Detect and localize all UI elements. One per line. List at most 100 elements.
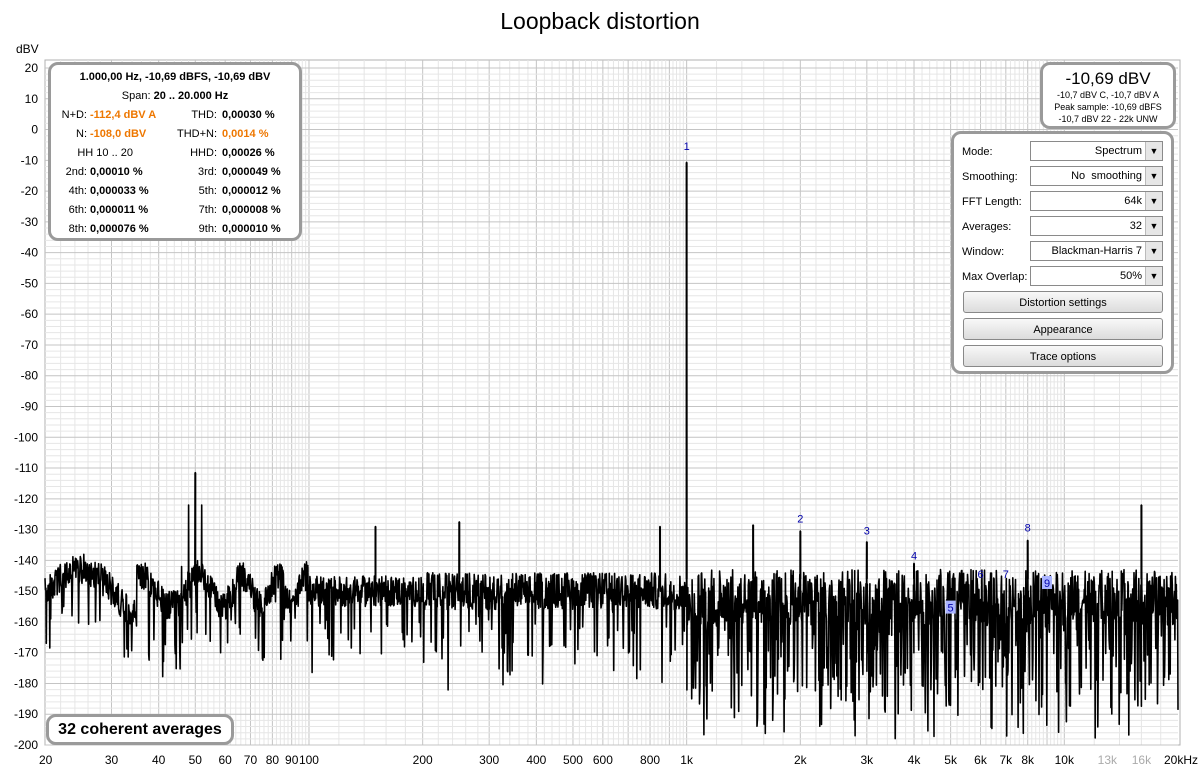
h9-value: 0,000010 % (222, 223, 281, 235)
max-overlap-select[interactable]: 50% ▼ (1030, 266, 1163, 286)
x-tick-label: 10k (1055, 753, 1075, 767)
fft-length-select[interactable]: 64k ▼ (1030, 191, 1163, 211)
h2-label: 2nd: (65, 166, 87, 178)
distortion-settings-button[interactable]: Distortion settings (963, 291, 1163, 313)
nd-value: -112,4 dBV A (90, 109, 157, 121)
x-tick-label: 40 (152, 753, 166, 767)
x-tick-label: 200 (413, 753, 433, 767)
y-tick-label: -50 (21, 276, 39, 290)
x-tick-label: 5k (944, 753, 958, 767)
appearance-button[interactable]: Appearance (963, 318, 1163, 340)
harmonic-marker-label: 5 (948, 603, 954, 615)
y-tick-label: -20 (21, 184, 39, 198)
chevron-down-icon[interactable]: ▼ (1145, 167, 1162, 185)
x-tick-label: 4k (908, 753, 922, 767)
harmonic-marker-label: 8 (1025, 523, 1031, 535)
window-select[interactable]: Blackman-Harris 7 ▼ (1030, 241, 1163, 261)
trace-options-button[interactable]: Trace options (963, 345, 1163, 367)
thd-label: THD: (191, 109, 217, 121)
fft-length-label: FFT Length: (962, 196, 1022, 208)
y-tick-label: -180 (14, 676, 38, 690)
y-tick-label: -90 (21, 400, 39, 414)
y-tick-label: -190 (14, 707, 38, 721)
level-readout-panel: -10,69 dBV -10,7 dBV C, -10,7 dBV A Peak… (1040, 62, 1176, 129)
smoothing-select[interactable]: No smoothing ▼ (1030, 166, 1163, 186)
mode-label: Mode: (962, 146, 993, 158)
h2-value: 0,00010 % (90, 166, 143, 178)
x-tick-label: 70 (244, 753, 258, 767)
y-tick-label: -10 (21, 153, 39, 167)
level-unweighted: -10,7 dBV 22 - 22k UNW (1058, 114, 1158, 124)
nd-label: N+D: (61, 109, 87, 121)
y-tick-label: 0 (31, 123, 38, 137)
mode-select[interactable]: Spectrum ▼ (1030, 141, 1163, 161)
y-tick-label: -140 (14, 553, 38, 567)
h9-label: 9th: (198, 223, 217, 235)
x-tick-label: 60 (219, 753, 233, 767)
n-label: N: (76, 128, 87, 140)
x-tick-label: 1k (680, 753, 694, 767)
chevron-down-icon[interactable]: ▼ (1145, 192, 1162, 210)
x-tick-label: 2k (794, 753, 808, 767)
y-tick-label: -160 (14, 615, 38, 629)
y-tick-label: 20 (25, 61, 39, 75)
max-overlap-value: 50% (1119, 270, 1142, 282)
averages-select[interactable]: 32 ▼ (1030, 216, 1163, 236)
x-tick-label: 90 (285, 753, 299, 767)
spectrum-controls-panel: Mode: Spectrum ▼ Smoothing: No smoothing ▼… (951, 131, 1174, 374)
y-tick-label: -30 (21, 215, 39, 229)
hhd-value: 0,00026 % (222, 147, 275, 159)
harmonic-marker-label: 3 (864, 526, 870, 538)
y-tick-label: -110 (15, 461, 38, 475)
h8-label: 8th: (68, 223, 87, 235)
h7-value: 0,000008 % (222, 204, 281, 216)
h3-label: 3rd: (198, 166, 217, 178)
y-tick-label: -100 (14, 430, 38, 444)
window-value: Blackman-Harris 7 (1051, 245, 1142, 257)
h5-label: 5th: (198, 185, 217, 197)
y-tick-label: -120 (14, 492, 38, 506)
h4-label: 4th: (68, 185, 87, 197)
chevron-down-icon[interactable]: ▼ (1145, 142, 1162, 160)
h5-value: 0,000012 % (222, 185, 281, 197)
max-overlap-label: Max Overlap: (962, 271, 1028, 283)
x-tick-label: 20kHz (1164, 753, 1198, 767)
stats-span: Span: 20 .. 20.000 Hz (51, 88, 299, 104)
y-tick-label: -70 (21, 338, 39, 352)
x-tick-label: 100 (299, 753, 319, 767)
x-tick-label: 20 (39, 753, 53, 767)
h6-value: 0,000011 % (90, 204, 149, 216)
h4-value: 0,000033 % (90, 185, 149, 197)
fft-length-value: 64k (1124, 195, 1142, 207)
averages-label: Averages: (962, 221, 1012, 233)
h7-label: 7th: (198, 204, 217, 216)
h8-value: 0,000076 % (90, 223, 149, 235)
x-tick-label: 3k (860, 753, 874, 767)
averages-value: 32 (1129, 220, 1142, 232)
x-tick-label: 6k (974, 753, 988, 767)
chevron-down-icon[interactable]: ▼ (1145, 267, 1162, 285)
level-weighted-values: -10,7 dBV C, -10,7 dBV A (1056, 90, 1160, 100)
y-axis-unit: dBV (16, 42, 39, 56)
chevron-down-icon[interactable]: ▼ (1145, 242, 1162, 260)
y-tick-label: -40 (21, 246, 39, 260)
x-tick-label: 500 (563, 753, 583, 767)
x-tick-label: 13k (1098, 753, 1118, 767)
x-tick-label: 400 (526, 753, 546, 767)
harmonic-marker-label: 7 (1003, 569, 1009, 581)
y-tick-label: 10 (25, 92, 39, 106)
h3-value: 0,000049 % (222, 166, 281, 178)
level-peak-sample: Peak sample: -10,69 dBFS (1054, 102, 1162, 112)
window-label: Window: (962, 246, 1005, 258)
thdn-label: THD+N: (176, 128, 217, 140)
averages-note: 32 coherent averages (46, 714, 234, 745)
y-tick-label: -80 (21, 369, 39, 383)
n-value: -108,0 dBV (90, 128, 147, 140)
x-tick-label: 300 (479, 753, 499, 767)
mode-value: Spectrum (1094, 145, 1142, 157)
span-label: Span: (121, 90, 151, 102)
x-tick-label: 600 (593, 753, 613, 767)
x-tick-label: 80 (266, 753, 280, 767)
x-tick-label: 50 (189, 753, 203, 767)
chevron-down-icon[interactable]: ▼ (1145, 217, 1162, 235)
